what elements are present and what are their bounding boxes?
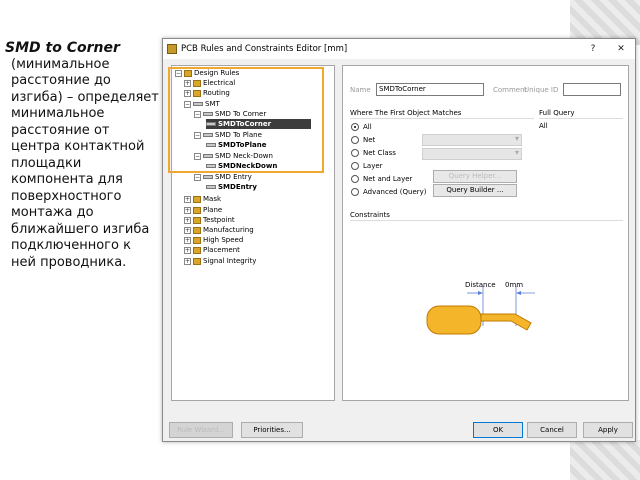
high-speed-rule-icon [193,236,201,244]
radio-button[interactable] [351,136,359,144]
ok-button[interactable]: OK [473,422,523,438]
collapse-icon[interactable]: − [194,173,201,181]
smd-pad [426,305,482,335]
tree-item-smd-entry[interactable]: − SMD Entry [194,172,252,182]
cancel-button[interactable]: Cancel [527,422,577,438]
tree-item-smdentry-rule[interactable]: SMDEntry [206,182,257,192]
expand-icon[interactable]: + [184,195,191,203]
radio-net-and-layer[interactable]: Net and Layer [351,174,412,184]
rule-name-field[interactable]: SMDToCorner [376,83,484,96]
match-header: Where The First Object Matches [350,109,462,117]
expand-icon[interactable]: + [184,246,191,254]
constraints-header: Constraints [350,211,390,219]
radio-all[interactable]: All [351,122,372,132]
tree-item-mask[interactable]: + Mask [184,194,221,204]
track-bend [480,313,532,331]
slide: SMD to Corner (минимальное расстояние до… [0,0,640,480]
unique-id-field[interactable] [563,83,621,96]
priorities-button[interactable]: Priorities... [241,422,303,438]
slide-title: SMD to Corner [5,40,120,56]
full-query-header: Full Query [539,109,575,117]
tree-item-plane[interactable]: + Plane [184,205,222,215]
expand-icon[interactable]: + [184,257,191,265]
slide-description: (минимальное расстояние до изгиба) – опр… [11,56,159,270]
name-label: Name [350,86,371,94]
net-select[interactable] [422,134,522,146]
help-button[interactable]: ? [579,44,607,54]
expand-icon[interactable]: + [184,236,191,244]
rule-properties-panel: Name SMDToCorner Comment Unique ID Where… [342,65,629,401]
rule-wizard-button[interactable]: Rule Wizard... [169,422,233,438]
radio-button[interactable] [351,188,359,196]
smd-corner-diagram [426,286,535,335]
tree-item-manufacturing[interactable]: + Manufacturing [184,225,254,235]
radio-layer[interactable]: Layer [351,161,383,171]
expand-icon[interactable]: + [184,206,191,214]
radio-net[interactable]: Net [351,135,375,145]
comment-label: Comment [493,86,528,94]
plane-rule-icon [193,206,201,214]
tree-item-testpoint[interactable]: + Testpoint [184,215,235,225]
expand-icon[interactable]: + [184,226,191,234]
signal-integrity-rule-icon [193,257,201,265]
tree-item-placement[interactable]: + Placement [184,245,240,255]
net-class-select[interactable] [422,148,522,160]
rule-icon [206,185,216,189]
radio-button[interactable] [351,175,359,183]
placement-rule-icon [193,246,201,254]
tree-item-high-speed[interactable]: + High Speed [184,235,243,245]
radio-button[interactable] [351,162,359,170]
smt-highlight-frame [168,67,324,173]
expand-icon[interactable]: + [184,216,191,224]
tree-item-signal-integrity[interactable]: + Signal Integrity [184,256,256,266]
window-title: PCB Rules and Constraints Editor [mm] [181,44,348,54]
mask-rule-icon [193,195,201,203]
slide-description-block: SMD to Corner (минимальное расстояние до… [5,40,160,271]
arrowhead-left [478,291,483,295]
radio-button[interactable] [351,149,359,157]
title-bar: PCB Rules and Constraints Editor [mm] ? … [163,39,635,59]
close-button[interactable]: ✕ [607,44,635,54]
unique-id-label: Unique ID [524,86,559,94]
testpoint-rule-icon [193,216,201,224]
query-builder-button[interactable]: Query Builder ... [433,184,517,197]
rule-type-icon [203,175,213,179]
radio-net-class[interactable]: Net Class [351,148,396,158]
arrowhead-right [516,291,521,295]
full-query-text: All [539,122,548,130]
radio-advanced-query[interactable]: Advanced (Query) [351,187,427,197]
rules-editor-dialog: PCB Rules and Constraints Editor [mm] ? … [162,38,636,442]
radio-button-selected[interactable] [351,123,359,131]
manufacturing-rule-icon [193,226,201,234]
apply-button[interactable]: Apply [583,422,633,438]
query-helper-button[interactable]: Query Helper... [433,170,517,183]
app-icon [167,44,177,54]
